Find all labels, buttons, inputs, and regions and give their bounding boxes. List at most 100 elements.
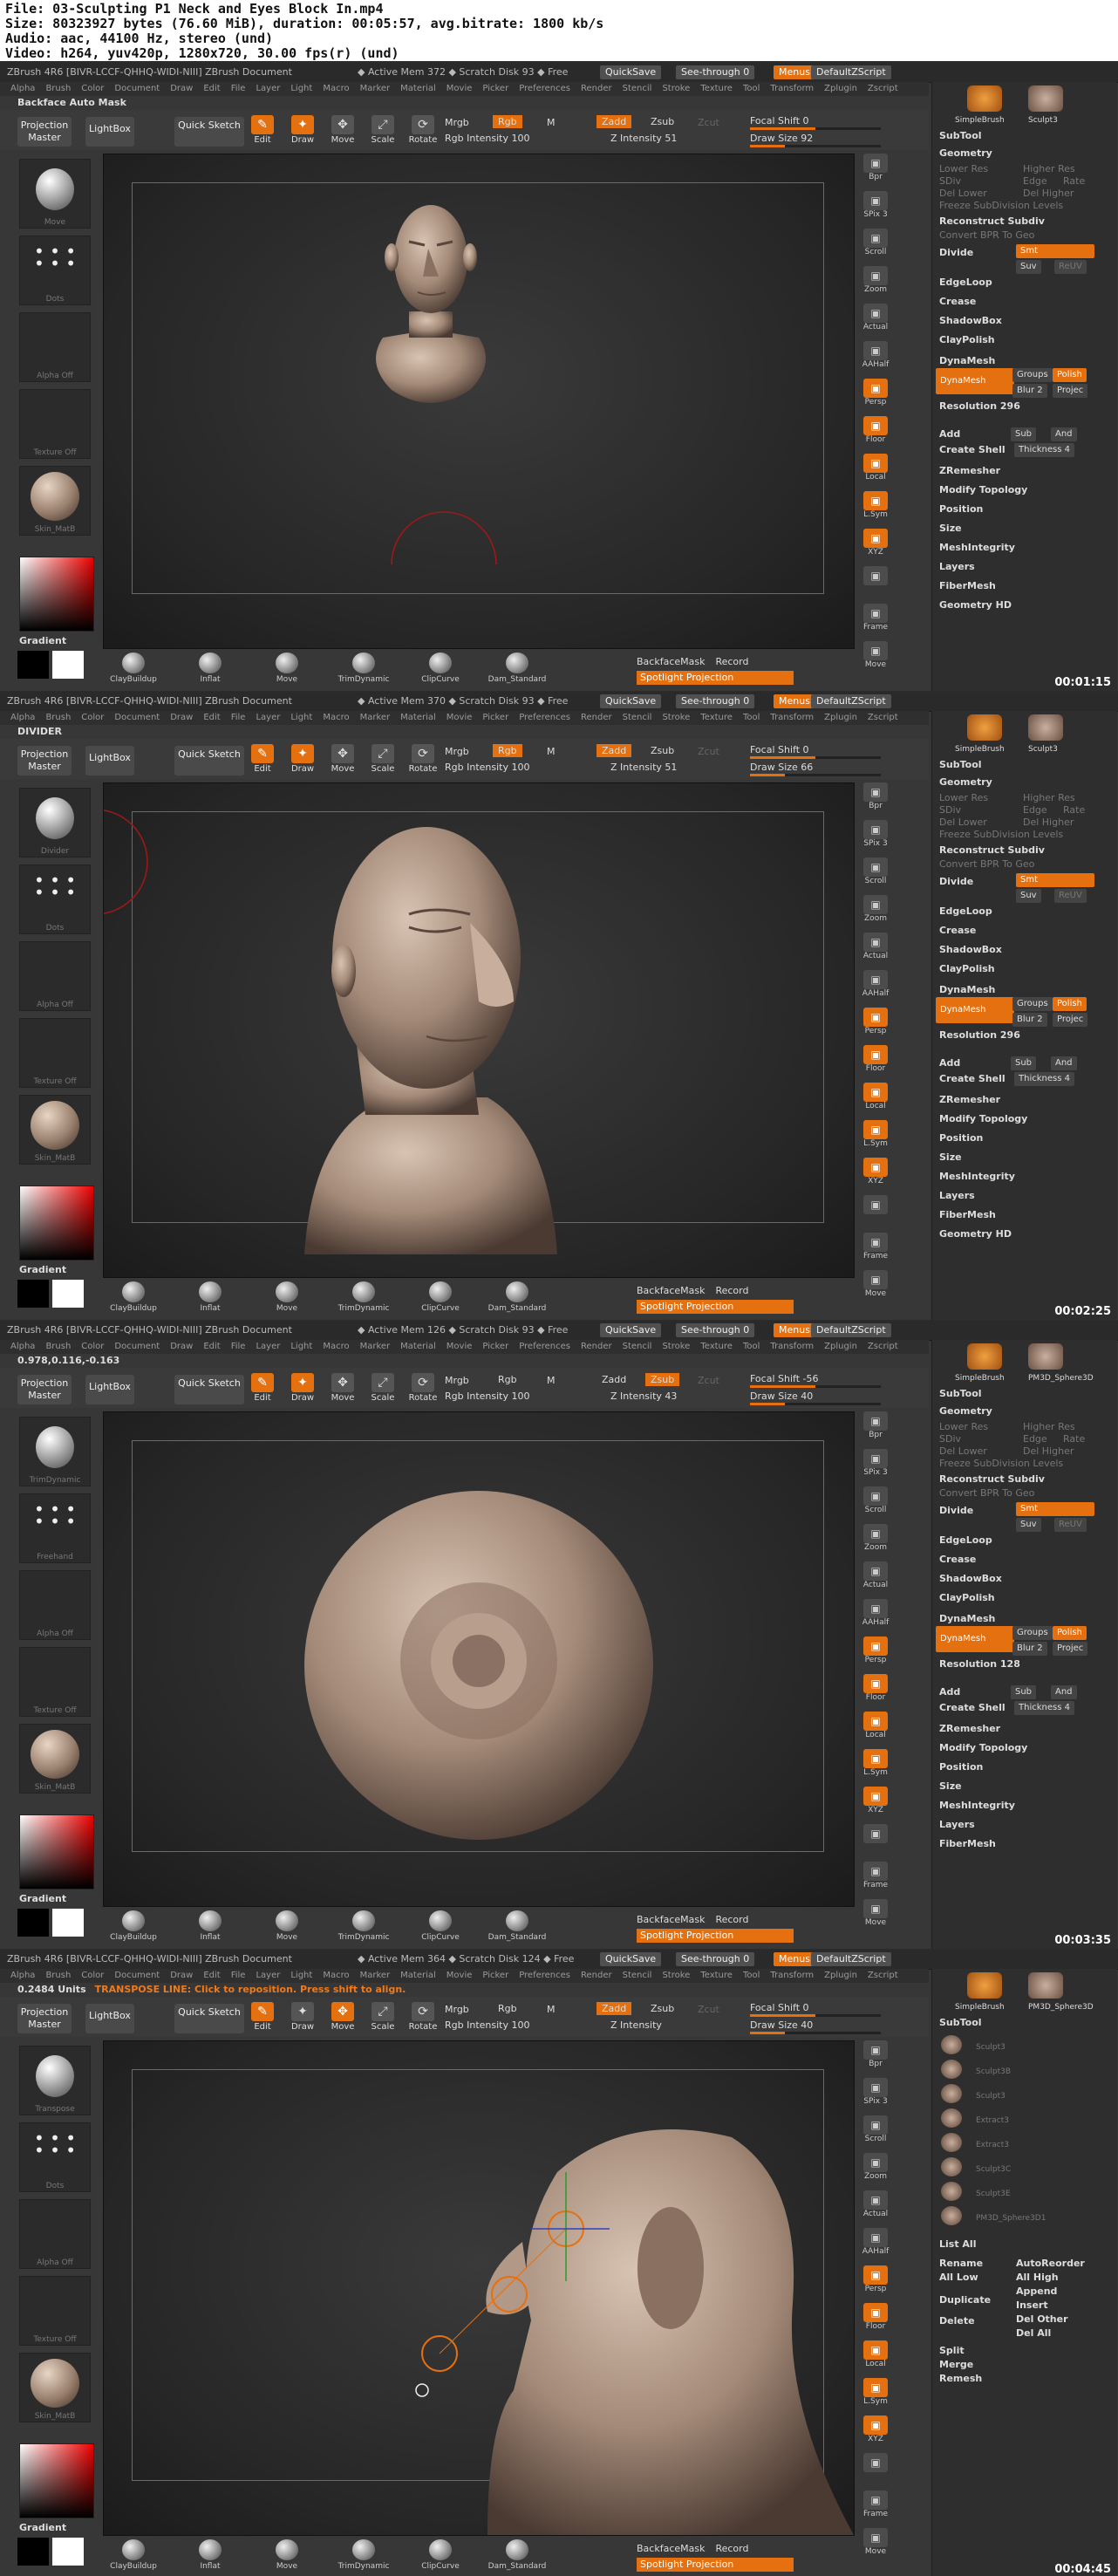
simplebrush-thumb[interactable] <box>967 714 1002 741</box>
geometry-divide[interactable]: Divide <box>939 246 973 260</box>
brush-slot[interactable]: Inflat <box>180 653 241 687</box>
view-tool-button[interactable]: ▣ Actual <box>860 933 891 964</box>
geometry-claypolish[interactable]: ClayPolish <box>939 333 995 347</box>
subtool-action[interactable]: Rename <box>939 2257 983 2271</box>
focal-shift-track[interactable] <box>750 756 881 759</box>
view-tool-button[interactable]: ▣ SPix 3 <box>860 1449 891 1480</box>
brush-slot[interactable]: ClipCurve <box>410 2539 471 2574</box>
geometry-crease[interactable]: Crease <box>939 924 976 938</box>
menus-button[interactable]: Menus <box>774 1323 815 1337</box>
menu-item[interactable]: Draw <box>170 1342 193 1351</box>
simplebrush-thumb[interactable] <box>967 85 1002 112</box>
menu-item[interactable]: Stencil <box>623 1342 652 1351</box>
scale-button[interactable]: ⤢ Scale <box>366 2002 399 2035</box>
see-through-slider[interactable]: See-through 0 <box>676 65 755 79</box>
layers-header[interactable]: Layers <box>939 1189 975 1203</box>
menu-item[interactable]: Zplugin <box>824 84 857 93</box>
geometry-mesh_integrity[interactable]: MeshIntegrity <box>939 541 1015 555</box>
spotlight-projection-button[interactable]: Spotlight Projection <box>637 1300 794 1314</box>
view-tool-button[interactable]: ▣ Floor <box>860 2303 891 2334</box>
draw-size-slider[interactable]: Draw Size 66 <box>750 762 813 773</box>
geometry-reconstruct[interactable]: Reconstruct Subdiv <box>939 215 1045 229</box>
menu-item[interactable]: Tool <box>743 1971 760 1980</box>
menu-item[interactable]: Light <box>290 1971 312 1980</box>
rgb-intensity-slider[interactable]: Rgb Intensity 100 <box>445 133 529 144</box>
shelf-slot[interactable]: TrimDynamic <box>19 1417 91 1486</box>
focal-shift-slider[interactable]: Focal Shift 0 <box>750 744 809 755</box>
view-tool-button[interactable]: ▣ L.Sym <box>860 491 891 523</box>
menu-item[interactable]: Layer <box>256 1971 280 1980</box>
shelf-slot[interactable]: Texture Off <box>19 389 91 459</box>
zsub-toggle[interactable]: Zsub <box>645 115 679 128</box>
lightbox-button[interactable]: LightBox <box>85 2004 134 2033</box>
menu-item[interactable]: Alpha <box>10 84 35 93</box>
active-tool-thumb[interactable] <box>1028 1343 1063 1370</box>
zsub-toggle[interactable]: Zsub <box>645 1373 680 1386</box>
menu-item[interactable]: Zplugin <box>824 1342 857 1351</box>
geometry-add[interactable]: Add <box>939 1685 960 1699</box>
quick-sketch-button[interactable]: Quick Sketch <box>174 746 244 776</box>
menu-item[interactable]: File <box>231 1342 246 1351</box>
brush-slot[interactable]: Dam_Standard <box>487 653 548 687</box>
subtool-action[interactable]: Del Other <box>1016 2313 1068 2327</box>
view-tool-button[interactable]: ▣ Scroll <box>860 858 891 889</box>
menu-item[interactable]: Stencil <box>623 84 652 93</box>
draw-size-track[interactable] <box>750 2032 881 2034</box>
menu-item[interactable]: Zplugin <box>824 713 857 722</box>
draw-size-track[interactable] <box>750 1403 881 1405</box>
polish-toggle[interactable]: Polish <box>1053 1626 1087 1640</box>
brush-slot[interactable]: TrimDynamic <box>333 1281 394 1316</box>
view-tool-button[interactable]: ▣ AAHalf <box>860 1599 891 1630</box>
menu-item[interactable]: Render <box>581 1971 612 1980</box>
geometry-modify_topology[interactable]: Modify Topology <box>939 1741 1027 1755</box>
move-button[interactable]: ✥ Move <box>326 1373 359 1406</box>
sculpt-model[interactable] <box>104 154 854 648</box>
brush-slot[interactable]: ClayBuildup <box>103 653 164 687</box>
subtool-action[interactable]: All Low <box>939 2271 978 2285</box>
view-tool-button[interactable]: ▣ Bpr <box>860 2040 891 2072</box>
menu-item[interactable]: Macro <box>323 1971 349 1980</box>
geometry-shadowbox[interactable]: ShadowBox <box>939 943 1002 957</box>
move-button[interactable]: ✥ Move <box>326 2002 359 2035</box>
menu-item[interactable]: Edit <box>203 713 220 722</box>
brush-slot[interactable]: ClipCurve <box>410 1281 471 1316</box>
geometry-create_shell[interactable]: Create Shell <box>939 443 1006 457</box>
subtool-action[interactable]: Del All <box>1016 2327 1051 2340</box>
view-tool-button[interactable]: ▣ AAHalf <box>860 970 891 1001</box>
menu-item[interactable]: Marker <box>360 713 391 722</box>
subtool-thumb[interactable] <box>941 2035 962 2054</box>
brush-slot[interactable]: Inflat <box>180 1281 241 1316</box>
fibermesh-header[interactable]: FiberMesh <box>939 1837 996 1851</box>
z-intensity-slider[interactable]: Z Intensity 51 <box>610 762 677 773</box>
shelf-slot[interactable]: Divider <box>19 788 91 858</box>
groups-toggle[interactable]: Groups <box>1012 1626 1053 1640</box>
geometry-dynamesh[interactable]: DynaMesh <box>939 983 995 997</box>
zadd-toggle[interactable]: Zadd <box>596 115 632 128</box>
view-tool-button[interactable]: ▣ XYZ <box>860 529 891 560</box>
geometry-header[interactable]: Geometry <box>939 776 992 789</box>
view-tool-button[interactable]: ▣ SPix 3 <box>860 191 891 222</box>
project-toggle[interactable]: Projec <box>1053 384 1088 398</box>
resolution-slider[interactable]: Resolution 128 <box>939 1657 1020 1671</box>
simplebrush-thumb[interactable] <box>967 1343 1002 1370</box>
geometry-size[interactable]: Size <box>939 1151 962 1165</box>
z-intensity-slider[interactable]: Z Intensity 51 <box>610 133 677 144</box>
smt-toggle[interactable]: Smt <box>1016 873 1094 887</box>
brush-slot[interactable]: ClayBuildup <box>103 1281 164 1316</box>
menu-item[interactable]: Movie <box>447 1342 473 1351</box>
geometry-zremesher[interactable]: ZRemesher <box>939 464 1000 478</box>
view-tool-button[interactable]: ▣ Move <box>860 1270 891 1302</box>
menu-item[interactable]: Stroke <box>662 713 690 722</box>
view-tool-button[interactable]: ▣ Floor <box>860 1674 891 1705</box>
geometry-reconstruct[interactable]: Reconstruct Subdiv <box>939 844 1045 858</box>
view-tool-button[interactable]: ▣ <box>860 566 891 598</box>
rotate-button[interactable]: ⟳ Rotate <box>406 115 440 148</box>
brush-slot[interactable]: TrimDynamic <box>333 653 394 687</box>
menu-item[interactable]: Movie <box>447 713 473 722</box>
rgb-toggle[interactable]: Rgb <box>493 1373 522 1386</box>
default-zscript-button[interactable]: DefaultZScript <box>811 1952 891 1966</box>
geometry-size[interactable]: Size <box>939 522 962 536</box>
geometry-header[interactable]: Geometry <box>939 1404 992 1418</box>
geometry-hd-header[interactable]: Geometry HD <box>939 598 1012 612</box>
rgb-toggle[interactable]: Rgb <box>493 2002 522 2015</box>
